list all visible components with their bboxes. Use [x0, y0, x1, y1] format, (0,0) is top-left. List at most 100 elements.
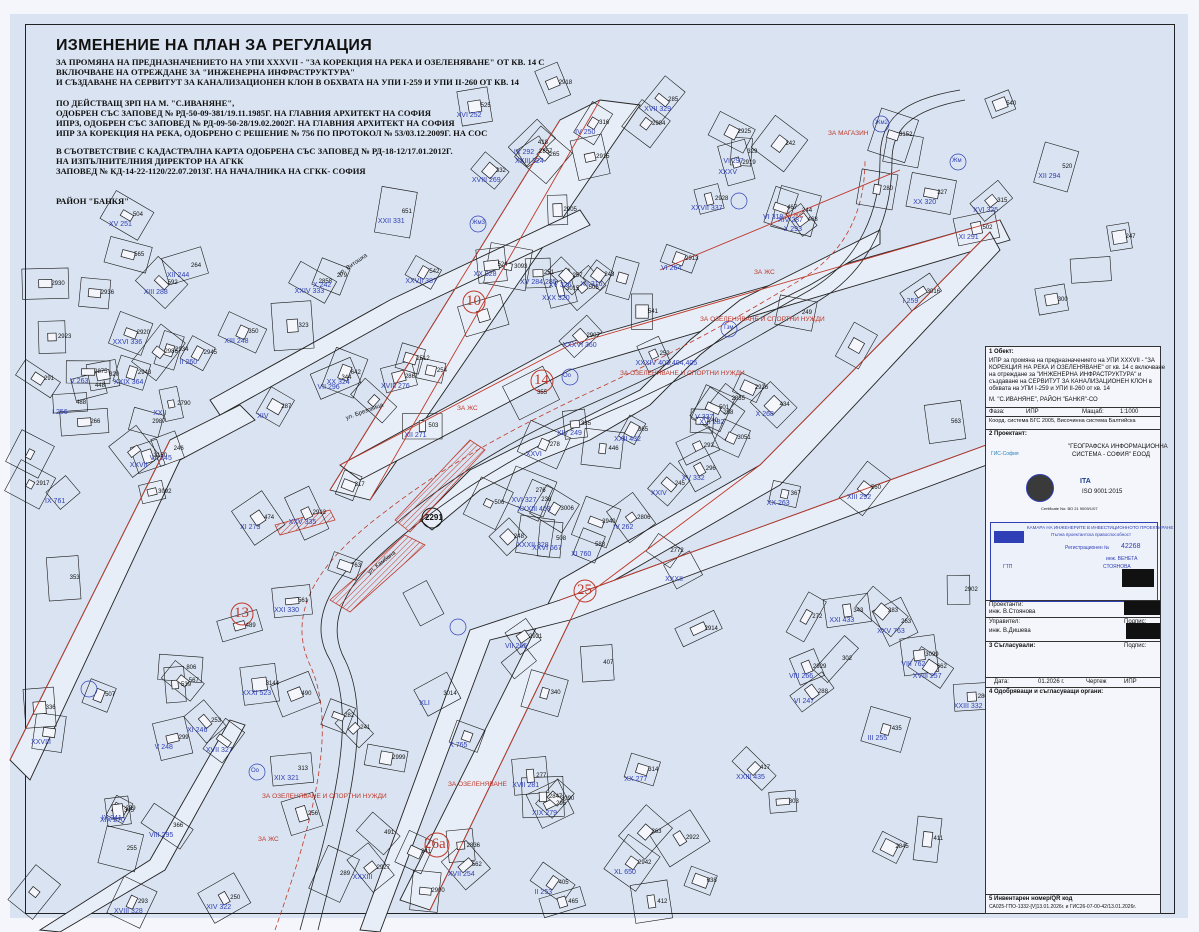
parcel-number: 366 — [173, 823, 184, 830]
upi-label: VII 265 — [505, 642, 528, 650]
parcel-number: 2904 — [652, 120, 666, 127]
building-footprint — [635, 762, 650, 777]
parcel-number: 314 — [648, 766, 659, 773]
building-footprint — [165, 732, 180, 745]
parcel-number: 247 — [1125, 233, 1136, 240]
parcel-number: 2915 — [596, 154, 610, 161]
building-footprint — [24, 448, 36, 461]
upi-label: XIX 279 — [532, 810, 558, 818]
basis-line-2: ОДОБРЕН СЪС ЗАПОВЕД № РД-50-09-381/19.11… — [56, 108, 431, 118]
parcel-number: 662 — [936, 664, 947, 671]
parcel-number: 313 — [298, 766, 309, 773]
stamp-logo-icon — [994, 531, 1024, 543]
iso-logo-text: ITA — [1080, 478, 1091, 485]
upi-label: IV 262 — [613, 523, 634, 531]
upi-label: V 263 — [70, 377, 89, 385]
parcel-number: 2912 — [312, 510, 327, 517]
building-footprint — [879, 723, 892, 736]
parcel-number: 295 — [556, 801, 567, 808]
tb-object-place: М. "С.ИВАНЯНЕ", РАЙОН "БАНКЯ"-СО — [989, 397, 1098, 403]
upi-label: XIX 321 — [274, 775, 299, 783]
tb-designer-title: 2 Проектант: — [989, 431, 1027, 437]
parcel-number: 258 — [723, 410, 734, 417]
building-footprint — [552, 203, 563, 217]
upi-label: XXVI — [525, 450, 542, 458]
parcel-number: 350 — [248, 329, 259, 336]
document-title: ИЗМЕНЕНИЕ НА ПЛАН ЗА РЕГУЛАЦИЯ — [56, 37, 373, 54]
parcel-number: 560 — [870, 485, 881, 492]
building-footprint — [166, 399, 176, 409]
upi-label: I 259 — [902, 298, 919, 306]
parcel-number: 355 — [537, 390, 548, 397]
parcel-number: 506 — [494, 500, 505, 507]
parcel-number: 266 — [90, 419, 101, 426]
zone-green-sport-3: ЗА ОЗЕЛЕНЯВАНЕ И СПОРТНИ НУЖДИ — [262, 793, 387, 800]
parcel-number: 2923 — [57, 334, 72, 341]
parcel-number: 332 — [495, 167, 506, 174]
header-line-2: ВКЛЮЧВАНЕ НА ОТРЕЖДАНЕ ЗА "ИНЖЕНЕРНА ИНФ… — [56, 67, 355, 77]
parcel-number: 592 — [167, 279, 178, 286]
parcel-number: 246 — [173, 445, 184, 452]
basis-line-4: ИПР ЗА КОРЕКЦИЯ НА РЕКА, ОДОБРЕНО С РЕШЕ… — [56, 128, 488, 138]
parcel-number: 291 — [43, 375, 54, 382]
parcel-number: 264 — [191, 262, 202, 269]
parcel-number: 3152 — [899, 132, 913, 139]
building-footprint — [672, 830, 688, 847]
building-footprint — [76, 417, 92, 428]
parcel-number: 241 — [360, 725, 371, 732]
parcel-number: 248 — [513, 533, 524, 540]
building-footprint — [984, 193, 999, 208]
building-footprint — [842, 603, 853, 618]
upi-label: VIII 266 — [789, 672, 814, 680]
parcel-number: 490 — [301, 691, 312, 698]
upi-label: XVIII 257 — [912, 673, 942, 681]
building-footprint — [525, 768, 535, 783]
parcel-number: 253 — [211, 718, 222, 725]
parcel-number: 2875 — [94, 368, 108, 375]
parcel-number: 468 — [807, 216, 818, 223]
parcel-number: 2913 — [685, 255, 699, 262]
parcel-number: 3144 — [265, 681, 279, 688]
upi-label: XII 271 — [404, 432, 427, 440]
engineer-stamp: КАМАРА НА ИНЖЕНЕРИТЕ В ИНВЕСТИЦИОННОТО П… — [990, 522, 1173, 602]
tb-scale-label: Мащаб: — [1082, 409, 1104, 415]
building-footprint — [646, 894, 657, 909]
building-footprint — [125, 365, 139, 381]
parcel-number: 340 — [550, 690, 561, 697]
parcel-number: 367 — [790, 491, 801, 498]
parcel-number: 806 — [186, 665, 197, 672]
upi-label: XXVI 667 — [532, 545, 562, 553]
building-footprint — [648, 348, 660, 360]
parcel-number: 2512 — [416, 355, 430, 362]
upi-label: V 337 — [695, 414, 714, 422]
building-footprint — [87, 288, 102, 299]
upi-label: XXIX 364 — [113, 378, 144, 386]
parcel-number: 642 — [350, 369, 361, 376]
parcel-number: 238 — [541, 497, 552, 504]
parcel-number: 524 — [497, 262, 508, 269]
upi-label: VI 297 — [723, 157, 744, 165]
parcel-number: 2929 — [813, 663, 827, 670]
upi-label: XIII 248 — [224, 338, 249, 346]
parcel-number: 2928 — [715, 195, 729, 202]
tb-phase-label: Фаза: — [989, 409, 1005, 415]
building-footprint — [151, 345, 166, 360]
upi-label: XVII 329 — [644, 105, 672, 113]
parcel-number: 474 — [264, 514, 275, 521]
parcel-number: 341 — [421, 849, 432, 856]
upi-label: V 248 — [154, 744, 173, 752]
building-footprint — [746, 760, 762, 777]
upi-label: XXII 432 — [614, 435, 641, 443]
upi-label: XXVII 337 — [691, 204, 723, 212]
building-footprint — [872, 183, 882, 195]
upi-label: XVIII 328 — [113, 908, 143, 916]
parcel-outline — [402, 580, 445, 627]
parcel-number: 407 — [603, 660, 614, 667]
parcel-number: 279 — [337, 273, 348, 280]
parcel-number: 2902 — [964, 586, 978, 593]
tb-phase: ИПР — [1026, 409, 1039, 415]
redacted-block-2 — [1124, 601, 1160, 615]
upi-label: XXI 433 — [829, 616, 855, 624]
parcel-number: 2987 — [152, 419, 166, 426]
building-footprint — [966, 691, 977, 702]
